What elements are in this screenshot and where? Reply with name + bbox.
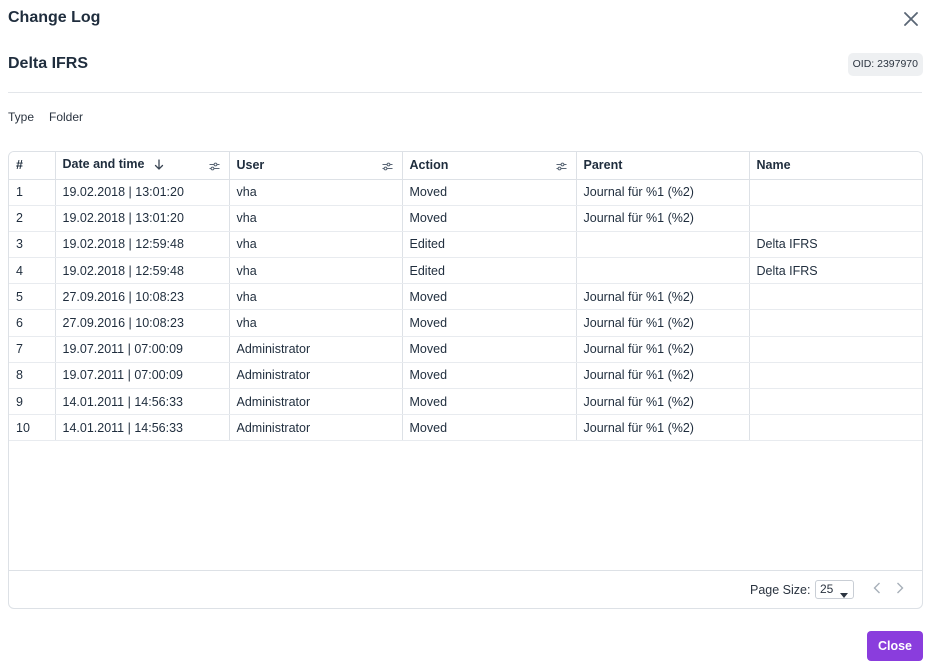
cell-index: 1 [9, 179, 56, 206]
cell-name [749, 205, 922, 232]
column-filter-icon[interactable] [382, 160, 393, 174]
cell-name [749, 336, 922, 363]
cell-date: 19.07.2011 | 07:00:09 [55, 362, 230, 390]
cell-name [749, 414, 922, 442]
cell-parent: Journal für %1 (%2) [576, 309, 750, 337]
close-button[interactable]: Close [867, 631, 923, 661]
cell-date: 27.09.2016 | 10:08:23 [55, 309, 230, 337]
cell-user: vha [229, 205, 403, 232]
cell-date: 27.09.2016 | 10:08:23 [55, 283, 230, 311]
cell-index: 9 [9, 388, 56, 416]
cell-parent [576, 231, 750, 259]
cell-date: 14.01.2011 | 14:56:33 [55, 388, 230, 416]
cell-user: vha [229, 309, 403, 337]
cell-index: 3 [9, 231, 56, 259]
cell-user: Administrator [229, 336, 403, 363]
cell-index: 6 [9, 309, 56, 337]
cell-action: Moved [402, 414, 577, 442]
table-row[interactable]: 4 19.02.2018 | 12:59:48 vha Edited Delta… [9, 257, 922, 285]
cell-index: 2 [9, 205, 56, 232]
type-value: Folder [49, 110, 84, 124]
close-icon[interactable] [900, 8, 922, 30]
column-filter-icon[interactable] [556, 160, 567, 174]
cell-index: 5 [9, 283, 56, 311]
cell-date: 14.01.2011 | 14:56:33 [55, 414, 230, 442]
cell-user: vha [229, 283, 403, 311]
cell-action: Moved [402, 179, 577, 206]
table-row[interactable]: 5 27.09.2016 | 10:08:23 vha Moved Journa… [9, 283, 922, 311]
cell-action: Edited [402, 257, 577, 285]
cell-user: Administrator [229, 362, 403, 390]
page-size-select[interactable]: 25 [815, 580, 854, 599]
change-log-grid: # Date and time User Action Parent Name … [8, 151, 923, 609]
cell-parent: Journal für %1 (%2) [576, 388, 750, 416]
cell-user: Administrator [229, 388, 403, 416]
cell-date: 19.07.2011 | 07:00:09 [55, 336, 230, 363]
cell-name [749, 388, 922, 416]
object-title: Delta IFRS [8, 55, 89, 72]
page-size-label: Page Size: [750, 583, 811, 597]
cell-action: Moved [402, 362, 577, 390]
cell-parent: Journal für %1 (%2) [576, 336, 750, 363]
cell-action: Moved [402, 283, 577, 311]
cell-parent: Journal für %1 (%2) [576, 362, 750, 390]
cell-date: 19.02.2018 | 12:59:48 [55, 231, 230, 259]
cell-user: vha [229, 231, 403, 259]
table-row[interactable]: 6 27.09.2016 | 10:08:23 vha Moved Journa… [9, 309, 922, 337]
cell-index: 4 [9, 257, 56, 285]
column-header-date[interactable]: Date and time [55, 152, 230, 180]
cell-name [749, 283, 922, 311]
table-row[interactable]: 10 14.01.2011 | 14:56:33 Administrator M… [9, 414, 922, 442]
column-header-index[interactable]: # [9, 152, 56, 180]
table-row[interactable]: 2 19.02.2018 | 13:01:20 vha Moved Journa… [9, 205, 922, 232]
cell-user: vha [229, 257, 403, 285]
cell-date: 19.02.2018 | 13:01:20 [55, 205, 230, 232]
table-row[interactable]: 9 14.01.2011 | 14:56:33 Administrator Mo… [9, 388, 922, 416]
next-page-icon[interactable] [896, 582, 904, 597]
cell-action: Moved [402, 388, 577, 416]
cell-parent: Journal für %1 (%2) [576, 414, 750, 442]
column-header-action[interactable]: Action [402, 152, 577, 180]
header-row: # Date and time User Action Parent Name [9, 152, 922, 180]
cell-index: 8 [9, 362, 56, 390]
table-row[interactable]: 1 19.02.2018 | 13:01:20 vha Moved Journa… [9, 179, 922, 206]
oid-badge: OID: 2397970 [847, 53, 923, 76]
cell-parent: Journal für %1 (%2) [576, 205, 750, 232]
previous-page-icon[interactable] [873, 582, 881, 597]
dialog-title: Change Log [8, 9, 101, 26]
cell-name [749, 309, 922, 337]
column-header-name[interactable]: Name [749, 152, 922, 180]
cell-index: 7 [9, 336, 56, 363]
cell-action: Edited [402, 231, 577, 259]
table-row[interactable]: 7 19.07.2011 | 07:00:09 Administrator Mo… [9, 336, 922, 363]
column-header-parent[interactable]: Parent [576, 152, 750, 180]
cell-name [749, 362, 922, 390]
caret-down-icon [840, 587, 848, 601]
cell-index: 10 [9, 414, 56, 442]
cell-user: vha [229, 179, 403, 206]
table-row[interactable]: 3 19.02.2018 | 12:59:48 vha Edited Delta… [9, 231, 922, 259]
sort-descending-icon[interactable] [154, 159, 164, 173]
divider [8, 92, 922, 93]
cell-name [749, 179, 922, 206]
cell-user: Administrator [229, 414, 403, 442]
grid-footer: Page Size: 25 [9, 570, 922, 608]
cell-parent [576, 257, 750, 285]
cell-action: Moved [402, 309, 577, 337]
column-filter-icon[interactable] [209, 160, 220, 174]
page-size-value: 25 [820, 582, 834, 596]
cell-name: Delta IFRS [749, 257, 922, 285]
cell-date: 19.02.2018 | 12:59:48 [55, 257, 230, 285]
column-header-user[interactable]: User [229, 152, 403, 180]
cell-action: Moved [402, 205, 577, 232]
cell-parent: Journal für %1 (%2) [576, 179, 750, 206]
type-label: Type [8, 110, 35, 124]
cell-action: Moved [402, 336, 577, 363]
type-row: Type Folder [8, 110, 83, 124]
cell-parent: Journal für %1 (%2) [576, 283, 750, 311]
cell-date: 19.02.2018 | 13:01:20 [55, 179, 230, 206]
table-row[interactable]: 8 19.07.2011 | 07:00:09 Administrator Mo… [9, 362, 922, 390]
cell-name: Delta IFRS [749, 231, 922, 259]
